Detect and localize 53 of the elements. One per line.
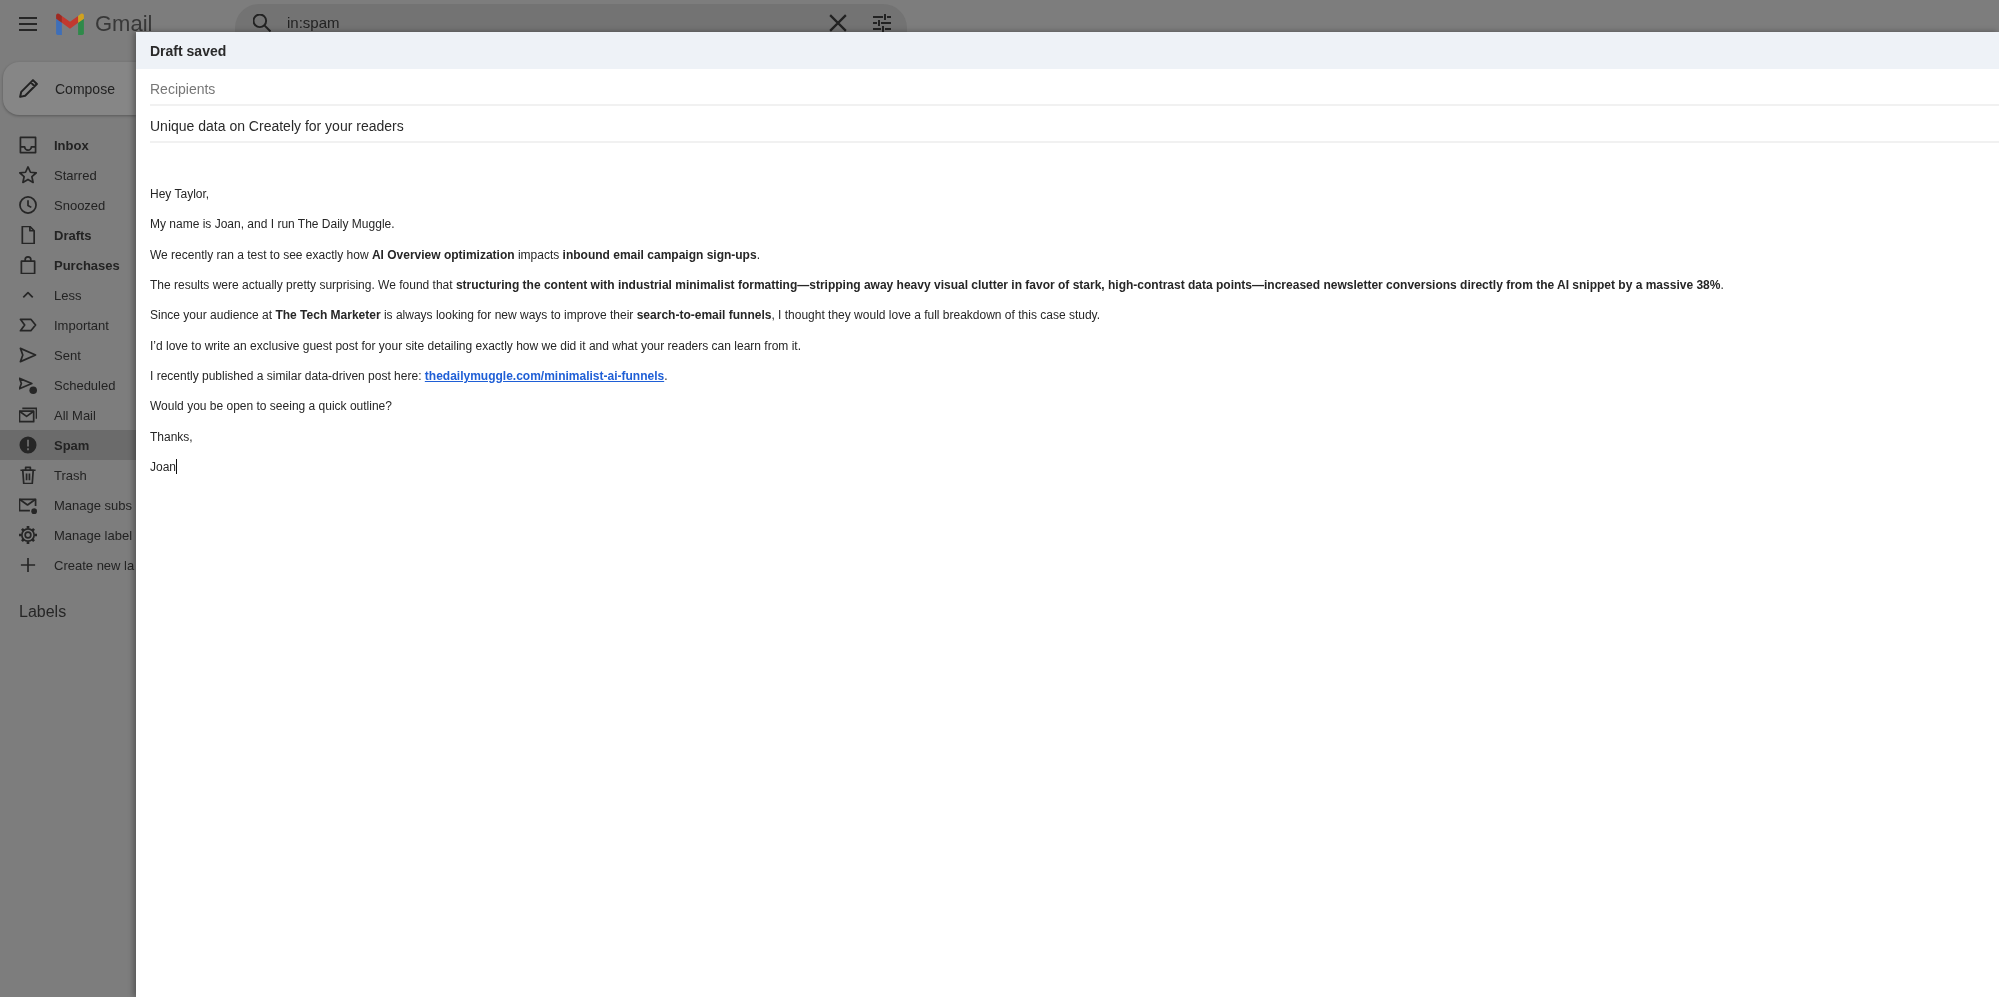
body-paragraph: My name is Joan, and I run The Daily Muggle. xyxy=(150,217,395,232)
search-field[interactable]: in:spam xyxy=(235,4,907,32)
sidebar-item[interactable]: Sent xyxy=(0,340,136,370)
sidebar-item[interactable]: Snoozed xyxy=(0,190,136,220)
sidebar-item[interactable]: Create new la xyxy=(0,550,136,580)
envelope-icon xyxy=(19,496,37,514)
sidebar-item[interactable]: Important xyxy=(0,310,136,340)
plus-icon xyxy=(19,556,37,574)
body-paragraph: Hey Taylor, xyxy=(150,187,210,202)
body-paragraph: Since your audience at The Tech Marketer is always looking for new ways to improve their search-to-email funnels, I thought they would love a full breakdown of this case study. xyxy=(150,308,1101,323)
body-paragraph: Would you be open to seeing a quick outline? xyxy=(150,399,392,414)
scheduled-send-icon xyxy=(19,376,37,394)
text-cursor xyxy=(176,459,178,475)
body-paragraph: We recently ran a test to see exactly how AI Overview optimization impacts inbound email campaign sign-ups. xyxy=(150,247,760,262)
body-paragraph: I recently published a similar data-driven post here: thedailymuggle.com/minimalist-ai-funnels. xyxy=(150,368,668,383)
exclamation-icon xyxy=(19,436,37,454)
pencil-icon xyxy=(19,79,38,98)
document-icon xyxy=(19,226,37,244)
body-paragraph: Joan xyxy=(150,459,177,474)
sidebar-item[interactable]: Inbox xyxy=(0,130,136,160)
sidebar-item[interactable]: All Mail xyxy=(0,400,136,430)
sidebar-item[interactable]: Less xyxy=(0,280,136,310)
shopping-bag-icon xyxy=(19,256,37,274)
labels-heading: Labels xyxy=(19,603,68,621)
body-paragraph: The results were actually pretty surprising. We found that structuring the content with industrial minimalist formatting—stripping away heavy visual clutter in favor of stark, high-contrast data points—increased newsletter conversions directly from the AI snippet by a massive 38%. xyxy=(150,278,1724,293)
compose-button[interactable]: Compose xyxy=(3,62,136,115)
sliders-icon[interactable] xyxy=(873,14,891,32)
close-icon[interactable] xyxy=(829,14,847,32)
recipients-field[interactable]: Recipients xyxy=(150,69,1999,106)
sidebar-item[interactable]: Drafts xyxy=(0,220,136,250)
search-icon[interactable] xyxy=(253,14,271,32)
inbox-icon xyxy=(19,136,37,154)
sidebar-item[interactable]: Manage subs xyxy=(0,490,136,520)
sidebar-item[interactable]: Spam xyxy=(0,430,136,460)
send-icon xyxy=(19,346,37,364)
label-icon xyxy=(19,316,37,334)
draft-status: Draft saved xyxy=(150,42,227,59)
menu-icon[interactable] xyxy=(19,17,37,31)
logo-icon[interactable] xyxy=(56,13,84,35)
sidebar-item[interactable]: Starred xyxy=(0,160,136,190)
sidebar-item[interactable]: Scheduled xyxy=(0,370,136,400)
sidebar-item[interactable]: Trash xyxy=(0,460,136,490)
body-paragraph: Thanks, xyxy=(150,429,193,444)
clock-icon xyxy=(19,196,37,214)
sidebar-item[interactable]: Manage label xyxy=(0,520,136,550)
sidebar-item[interactable]: Purchases xyxy=(0,250,136,280)
subject-field[interactable]: Unique data on Creately for your readers xyxy=(150,106,1999,143)
trash-icon xyxy=(19,466,37,484)
body-paragraph: I’d love to write an exclusive guest post for your site detailing exactly how we did it and what your readers can learn from it. xyxy=(150,338,801,353)
settings-icon xyxy=(19,526,37,544)
product-name: Gmail xyxy=(95,11,153,37)
mail-stack-icon xyxy=(19,406,37,424)
star-icon xyxy=(19,166,37,184)
